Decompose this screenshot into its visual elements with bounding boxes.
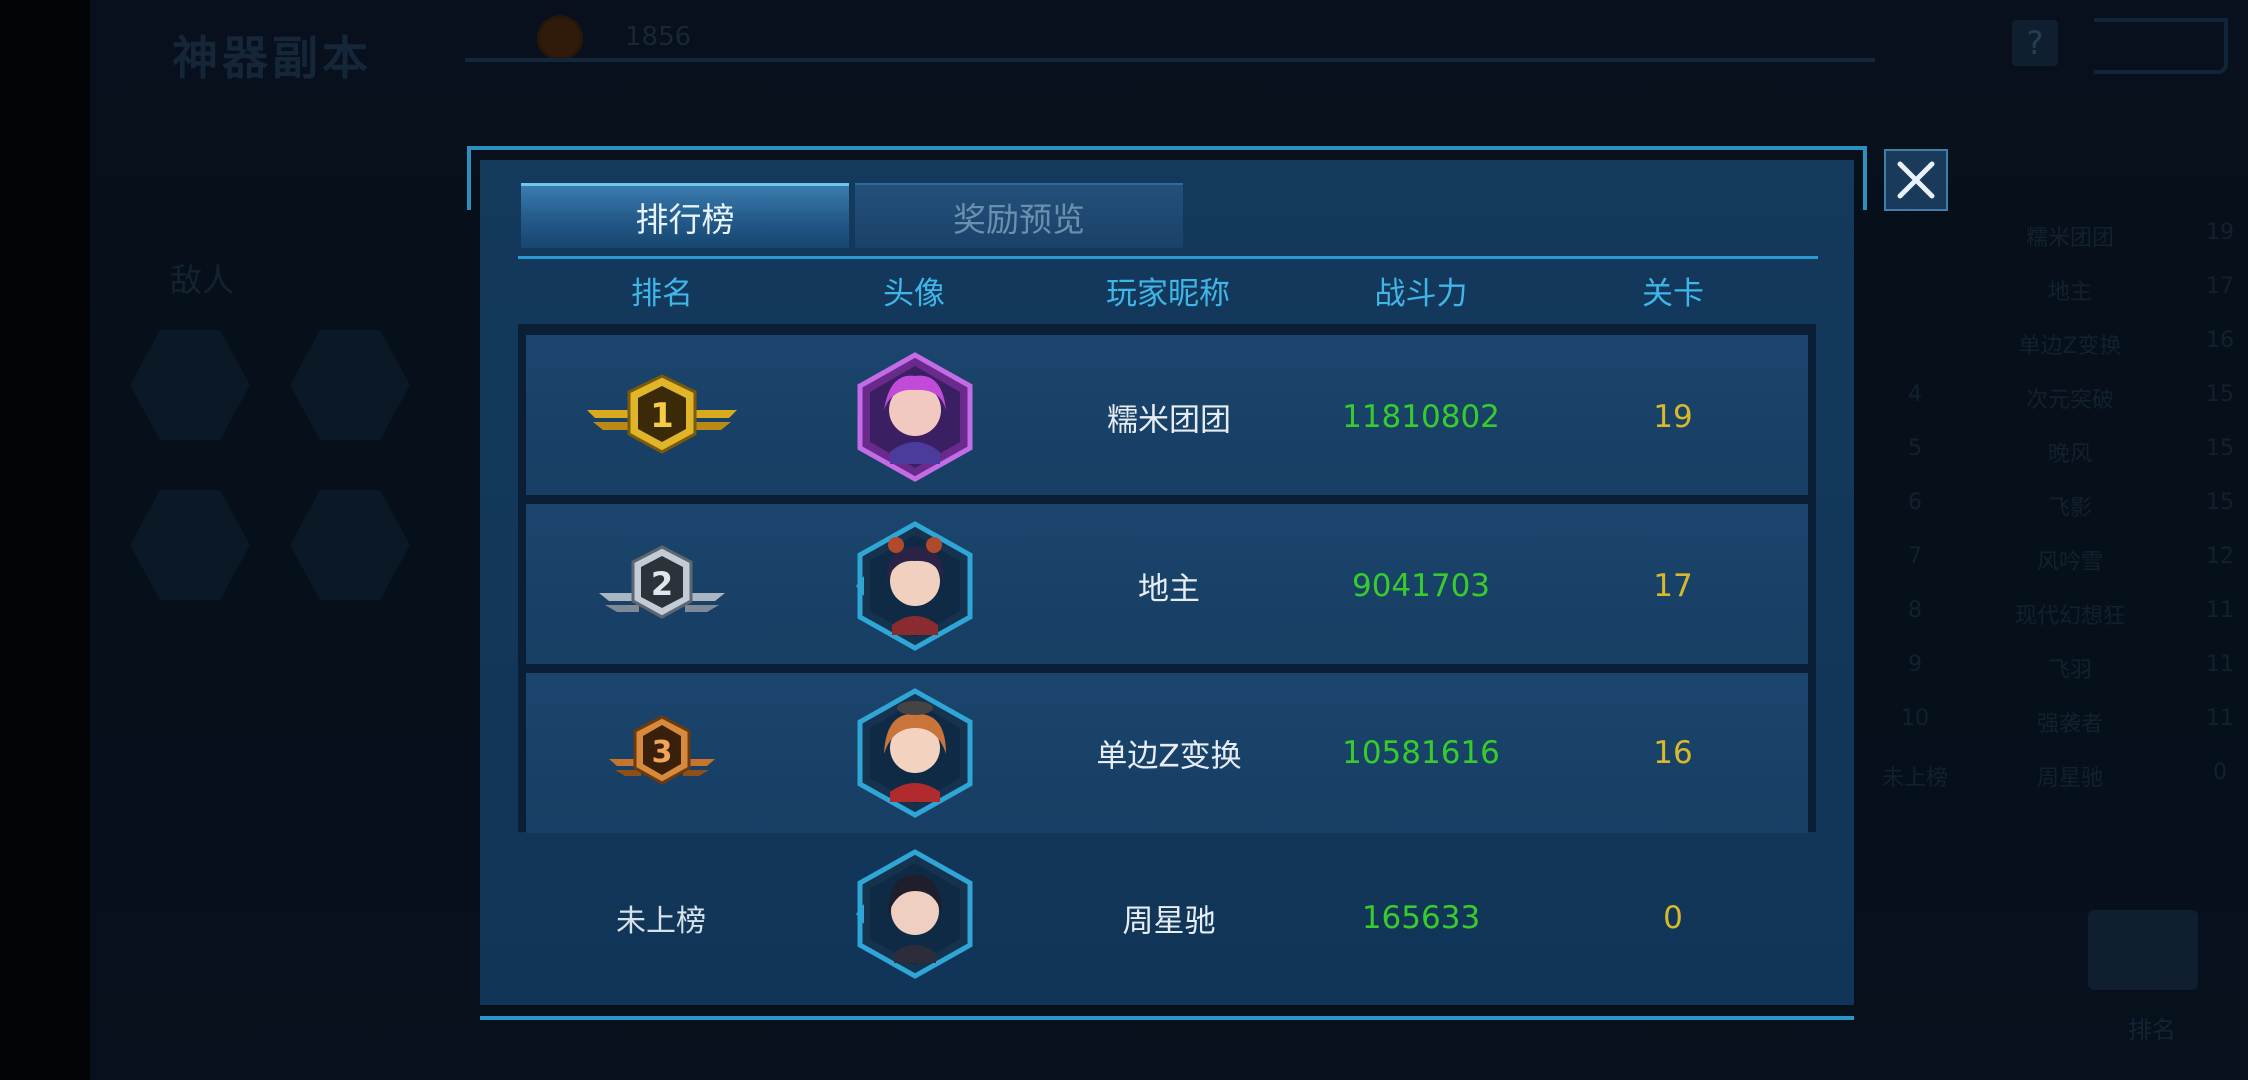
table-row[interactable]: 2 地主 9041703 17 bbox=[526, 504, 1808, 664]
svg-text:2: 2 bbox=[651, 565, 673, 603]
gold-medal-icon: 1 bbox=[587, 374, 737, 454]
silver-medal-icon: 2 bbox=[599, 545, 725, 619]
svg-text:1: 1 bbox=[650, 396, 674, 436]
combat-power: 10581616 bbox=[1342, 735, 1500, 771]
dialog-frame bbox=[480, 1016, 1854, 1020]
bronze-medal-icon: 3 bbox=[609, 715, 715, 785]
column-header-avatar: 头像 bbox=[883, 276, 945, 312]
dialog-frame bbox=[467, 146, 471, 210]
player-nickname: 周星驰 bbox=[1122, 903, 1216, 940]
avatar bbox=[857, 688, 973, 818]
combat-power: 11810802 bbox=[1342, 399, 1500, 435]
stage-level: 16 bbox=[1653, 735, 1693, 771]
tab-rewards[interactable]: 奖励预览 bbox=[855, 183, 1183, 248]
close-icon bbox=[1897, 161, 1935, 199]
combat-power: 9041703 bbox=[1351, 568, 1491, 604]
player-nickname: 地主 bbox=[1138, 571, 1200, 608]
tab-divider bbox=[518, 256, 1818, 259]
table-row[interactable]: 3 单边Z变换 10581616 16 bbox=[526, 673, 1808, 833]
unranked-label: 未上榜 bbox=[616, 904, 706, 939]
tab-ranking[interactable]: 排行榜 bbox=[521, 183, 849, 248]
player-nickname: 糯米团团 bbox=[1107, 402, 1231, 439]
column-header-power: 战斗力 bbox=[1374, 276, 1468, 312]
column-header-rank: 排名 bbox=[631, 276, 693, 312]
dialog-frame bbox=[467, 146, 1867, 150]
stage-level: 17 bbox=[1653, 568, 1693, 604]
stage-level: 19 bbox=[1653, 399, 1693, 435]
close-button[interactable] bbox=[1884, 149, 1948, 211]
avatar bbox=[856, 849, 973, 979]
table-row[interactable]: 1 糯米团团 11810802 19 bbox=[526, 335, 1808, 495]
column-header-stage: 关卡 bbox=[1642, 276, 1704, 312]
combat-power: 165633 bbox=[1361, 900, 1481, 936]
avatar bbox=[857, 352, 973, 482]
svg-text:3: 3 bbox=[652, 735, 673, 770]
player-nickname: 单边Z变换 bbox=[1096, 738, 1242, 775]
dialog-frame bbox=[1863, 146, 1867, 210]
table-header: 排名 头像 玩家昵称 战斗力 关卡 bbox=[521, 268, 1811, 313]
avatar bbox=[856, 521, 973, 651]
stage-level: 0 bbox=[1663, 900, 1683, 936]
column-header-nickname: 玩家昵称 bbox=[1106, 276, 1230, 312]
